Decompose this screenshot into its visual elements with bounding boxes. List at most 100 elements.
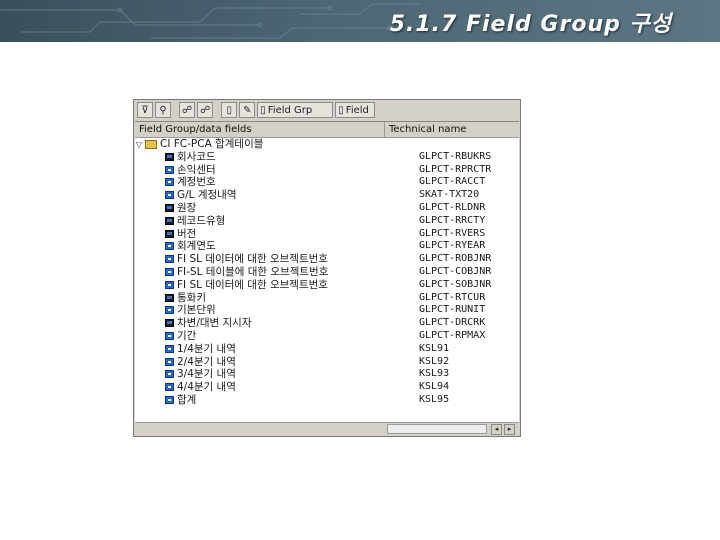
horizontal-scrollbar[interactable]: ◂ ▸ [135,422,519,436]
field-technical-name: KSL94 [419,381,450,393]
tree-field-row[interactable]: G/L 계정내역 SKAT-TXT20 [135,189,519,202]
tree-field-row[interactable]: 1/4분기 내역 KSL91 [135,343,519,356]
slide-title: 5.1.7 Field Group 구성 [389,12,672,37]
field-name: 통화키 [177,291,206,304]
tree-field-row[interactable]: 원장 GLPCT-RLDNR [135,202,519,215]
field-button[interactable]: ▯ Field [335,102,376,118]
tree-field-row[interactable]: 기본단위 GLPCT-RUNIT [135,304,519,317]
new-document-icon: ▯ [226,104,233,116]
field-name: FI-SL 테이블에 대한 오브젝트번호 [177,265,329,278]
field-group-button[interactable]: ▯ Field Grp [257,102,334,118]
field-name: 버전 [177,227,197,240]
field-name: 차변/대변 지시자 [177,317,252,330]
field-name: G/L 계정내역 [177,189,237,202]
collapse-toggle-icon[interactable]: ▽ [135,139,143,151]
sap-field-group-window: ⊽ ⚲ ☍ ☍ ▯ ✎ ▯ Field Grp ▯ Field Field Gr… [133,99,521,437]
tree-field-row[interactable]: 차변/대변 지시자 GLPCT-DRCRK [135,317,519,330]
search-button[interactable]: ☍ [179,102,196,118]
tree-field-row[interactable]: 회사코드 GLPCT-RBUKRS [135,151,519,164]
data-field-icon [165,191,174,200]
field-technical-name: KSL93 [419,368,450,380]
field-technical-name: GLPCT-RVERS [419,227,486,239]
title-banner: 5.1.7 Field Group 구성 [0,0,720,42]
find-button[interactable]: ⚲ [155,102,171,118]
new-button[interactable]: ▯ [221,102,238,118]
field-technical-name: SKAT-TXT20 [419,189,480,201]
tree-field-row[interactable]: FI SL 데이터에 대한 오브젝트번호 GLPCT-SOBJNR [135,279,519,292]
field-technical-name: KSL92 [419,355,450,367]
field-technical-name: GLPCT-SOBJNR [419,278,492,290]
field-name: 기본단위 [177,304,216,317]
data-field-icon [165,242,174,251]
field-technical-name: GLPCT-COBJNR [419,265,492,277]
find-icon: ⚲ [159,104,167,116]
field-technical-name: GLPCT-RACCT [419,176,486,188]
scroll-left-button[interactable]: ◂ [491,424,502,435]
field-technical-name: GLPCT-RPMAX [419,329,486,341]
pencil-icon: ✎ [243,104,252,116]
column-header-name[interactable]: Field Group/data fields [135,122,385,137]
new-field-icon: ▯ [338,104,344,116]
data-field-icon [165,357,174,366]
field-name: 1/4분기 내역 [177,342,236,355]
field-technical-name: GLPCT-RUNIT [419,304,486,316]
tree-field-row[interactable]: 4/4분기 내역 KSL94 [135,381,519,394]
field-name: 손익센터 [177,163,216,176]
tree-field-row[interactable]: 계정번호 GLPCT-RACCT [135,176,519,189]
field-name: 기간 [177,329,197,342]
tree-field-row[interactable]: 통화키 GLPCT-RTCUR [135,292,519,305]
field-name: FI SL 데이터에 대한 오브젝트번호 [177,278,328,291]
key-field-icon [165,152,174,161]
scrollbar-thumb[interactable] [387,424,487,434]
search-next-button[interactable]: ☍ [197,102,214,118]
field-technical-name: KSL91 [419,342,450,354]
column-header-technical[interactable]: Technical name [385,122,519,137]
field-name: 레코드유형 [177,214,226,227]
tree-field-row[interactable]: 레코드유형 GLPCT-RRCTY [135,215,519,228]
field-technical-name: GLPCT-RBUKRS [419,150,492,162]
tree-field-row[interactable]: 회계연도 GLPCT-RYEAR [135,240,519,253]
data-field-icon [165,331,174,340]
field-name: 회계연도 [177,240,216,253]
field-name: 2/4분기 내역 [177,355,236,368]
field-group-button-label: Field Grp [267,104,313,116]
data-field-icon [165,344,174,353]
field-technical-name: GLPCT-RLDNR [419,201,486,213]
tree-root-row[interactable]: ▽ CI FC-PCA 합계테이블 [135,138,519,151]
tree-field-row[interactable]: 손익센터 GLPCT-RPRCTR [135,164,519,177]
field-technical-name: GLPCT-RPRCTR [419,163,492,175]
tree-field-row[interactable]: 합계 KSL95 [135,394,519,407]
filter-icon: ⊽ [141,104,149,116]
data-field-icon [165,383,174,392]
tree-field-row[interactable]: 기간 GLPCT-RPMAX [135,330,519,343]
field-name: 회사코드 [177,150,216,163]
data-field-icon [165,178,174,187]
tree-field-row[interactable]: 버전 GLPCT-RVERS [135,228,519,241]
tree-field-row[interactable]: FI-SL 테이블에 대한 오브젝트번호 GLPCT-COBJNR [135,266,519,279]
scroll-right-button[interactable]: ▸ [504,424,515,435]
key-field-icon [165,203,174,212]
field-name: 합계 [177,393,197,406]
tree-rows: 회사코드 GLPCT-RBUKRS 손익센터 GLPCT-RPRCTR 계정번호 GLPC… [135,151,519,407]
key-field-icon [165,216,174,225]
key-field-icon [165,319,174,328]
data-field-icon [165,280,174,289]
filter-button[interactable]: ⊽ [137,102,153,118]
field-technical-name: GLPCT-RYEAR [419,240,486,252]
field-button-label: Field [345,104,369,116]
data-field-icon [165,370,174,379]
field-name: FI SL 데이터에 대한 오브젝트번호 [177,253,328,266]
field-name: 원장 [177,201,197,214]
edit-button[interactable]: ✎ [239,102,256,118]
tree-field-row[interactable]: FI SL 데이터에 대한 오브젝트번호 GLPCT-ROBJNR [135,253,519,266]
tree-field-row[interactable]: 2/4분기 내역 KSL92 [135,356,519,369]
field-name: 3/4분기 내역 [177,368,236,381]
field-name: 계정번호 [177,176,216,189]
binoculars-next-icon: ☍ [200,104,211,116]
toolbar: ⊽ ⚲ ☍ ☍ ▯ ✎ ▯ Field Grp ▯ Field [135,101,519,119]
data-field-icon [165,255,174,264]
tree-field-row[interactable]: 3/4분기 내역 KSL93 [135,368,519,381]
key-field-icon [165,229,174,238]
column-header-row: Field Group/data fields Technical name [135,122,519,138]
data-field-icon [165,267,174,276]
